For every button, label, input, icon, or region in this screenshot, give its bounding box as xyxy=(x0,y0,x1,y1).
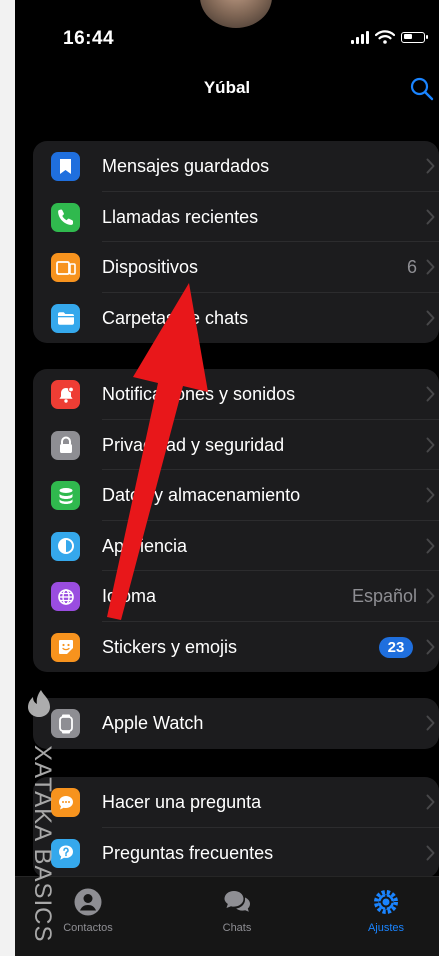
battery-icon xyxy=(401,31,428,43)
row-label: Carpetas de chats xyxy=(102,307,249,328)
row-devices[interactable]: Dispositivos 6 xyxy=(33,242,439,293)
row-appearance[interactable]: Apariencia xyxy=(33,521,439,571)
row-language[interactable]: Idioma Español xyxy=(33,571,439,622)
row-data-storage[interactable]: Datos y almacenamiento xyxy=(33,470,439,521)
gear-icon xyxy=(374,890,398,914)
folder-icon xyxy=(51,303,80,333)
settings-group-devices: Apple Watch xyxy=(33,698,439,749)
chevron-right-icon xyxy=(426,715,435,731)
row-label: Privacidad y seguridad xyxy=(102,434,285,455)
chevron-right-icon xyxy=(426,538,435,553)
chevron-right-icon xyxy=(426,310,435,325)
row-label: Llamadas recientes xyxy=(102,206,259,227)
chevron-right-icon xyxy=(426,588,435,604)
left-edge-strip xyxy=(0,0,15,956)
row-label: Mensajes guardados xyxy=(102,156,270,176)
sticker-icon xyxy=(51,632,80,662)
chats-icon xyxy=(224,891,250,912)
settings-group-general: Mensajes guardados Llamadas recientes Di… xyxy=(33,141,439,343)
avatar[interactable] xyxy=(200,0,272,28)
wifi-icon xyxy=(375,30,395,44)
row-recent-calls[interactable]: Llamadas recientes xyxy=(33,192,439,242)
row-label: Dispositivos xyxy=(102,257,199,277)
settings-group-help: Hacer una pregunta Preguntas frecuentes xyxy=(33,777,439,878)
chevron-right-icon xyxy=(426,259,435,275)
phone-icon xyxy=(51,202,80,232)
chevron-right-icon xyxy=(426,794,435,810)
watermark-text: XATAKA BASICS xyxy=(29,745,56,943)
row-label: Stickers y emojis xyxy=(102,636,238,657)
row-notifications[interactable]: Notificaciones y sonidos xyxy=(33,369,439,420)
signal-icon xyxy=(351,30,369,44)
row-chat-folders[interactable]: Carpetas de chats xyxy=(33,293,439,344)
page-title: Yúbal xyxy=(203,78,251,97)
row-label: Hacer una pregunta xyxy=(102,792,262,812)
status-icons xyxy=(351,30,428,44)
row-label: Apple Watch xyxy=(102,713,204,733)
person-icon xyxy=(74,888,102,916)
chevron-right-icon xyxy=(426,487,435,503)
row-label: Idioma xyxy=(102,586,157,606)
bookmark-icon xyxy=(51,152,80,181)
row-apple-watch[interactable]: Apple Watch xyxy=(33,698,439,749)
row-label: Datos y almacenamiento xyxy=(102,485,301,505)
search-icon[interactable] xyxy=(409,76,435,102)
globe-icon xyxy=(51,582,80,611)
devices-icon xyxy=(51,253,80,282)
row-ask-question[interactable]: Hacer una pregunta xyxy=(33,777,439,828)
chevron-right-icon xyxy=(426,845,435,860)
language-value: Español xyxy=(351,586,417,606)
row-label: Notificaciones y sonidos xyxy=(102,384,296,404)
chevron-right-icon xyxy=(426,639,435,654)
row-label: Preguntas frecuentes xyxy=(102,842,274,863)
tab-label: Ajustes xyxy=(367,922,405,934)
tab-settings[interactable]: Ajustes xyxy=(331,877,439,956)
tab-label: Chats xyxy=(222,922,252,934)
database-icon xyxy=(51,481,80,510)
chevron-right-icon xyxy=(426,437,435,452)
lock-icon xyxy=(51,430,80,460)
phone-screen: 16:44 Yúbal Mensajes guardados Llamadas … xyxy=(15,0,439,956)
row-faq[interactable]: Preguntas frecuentes xyxy=(33,828,439,879)
row-label: Apariencia xyxy=(102,535,188,556)
appearance-icon xyxy=(51,531,80,561)
tab-bar: Contactos Chats Ajustes xyxy=(15,876,439,956)
chevron-right-icon xyxy=(426,158,435,174)
settings-group-preferences: Notificaciones y sonidos Privacidad y se… xyxy=(33,369,439,672)
chevron-right-icon xyxy=(426,386,435,402)
stickers-badge: 23 xyxy=(379,636,413,658)
status-time: 16:44 xyxy=(63,28,115,49)
row-privacy[interactable]: Privacidad y seguridad xyxy=(33,420,439,470)
row-saved-messages[interactable]: Mensajes guardados xyxy=(33,141,439,192)
bell-icon xyxy=(51,380,80,409)
devices-count: 6 xyxy=(406,257,417,277)
chevron-right-icon xyxy=(426,209,435,224)
tab-chats[interactable]: Chats xyxy=(182,877,292,956)
row-stickers[interactable]: Stickers y emojis 23 xyxy=(33,622,439,673)
